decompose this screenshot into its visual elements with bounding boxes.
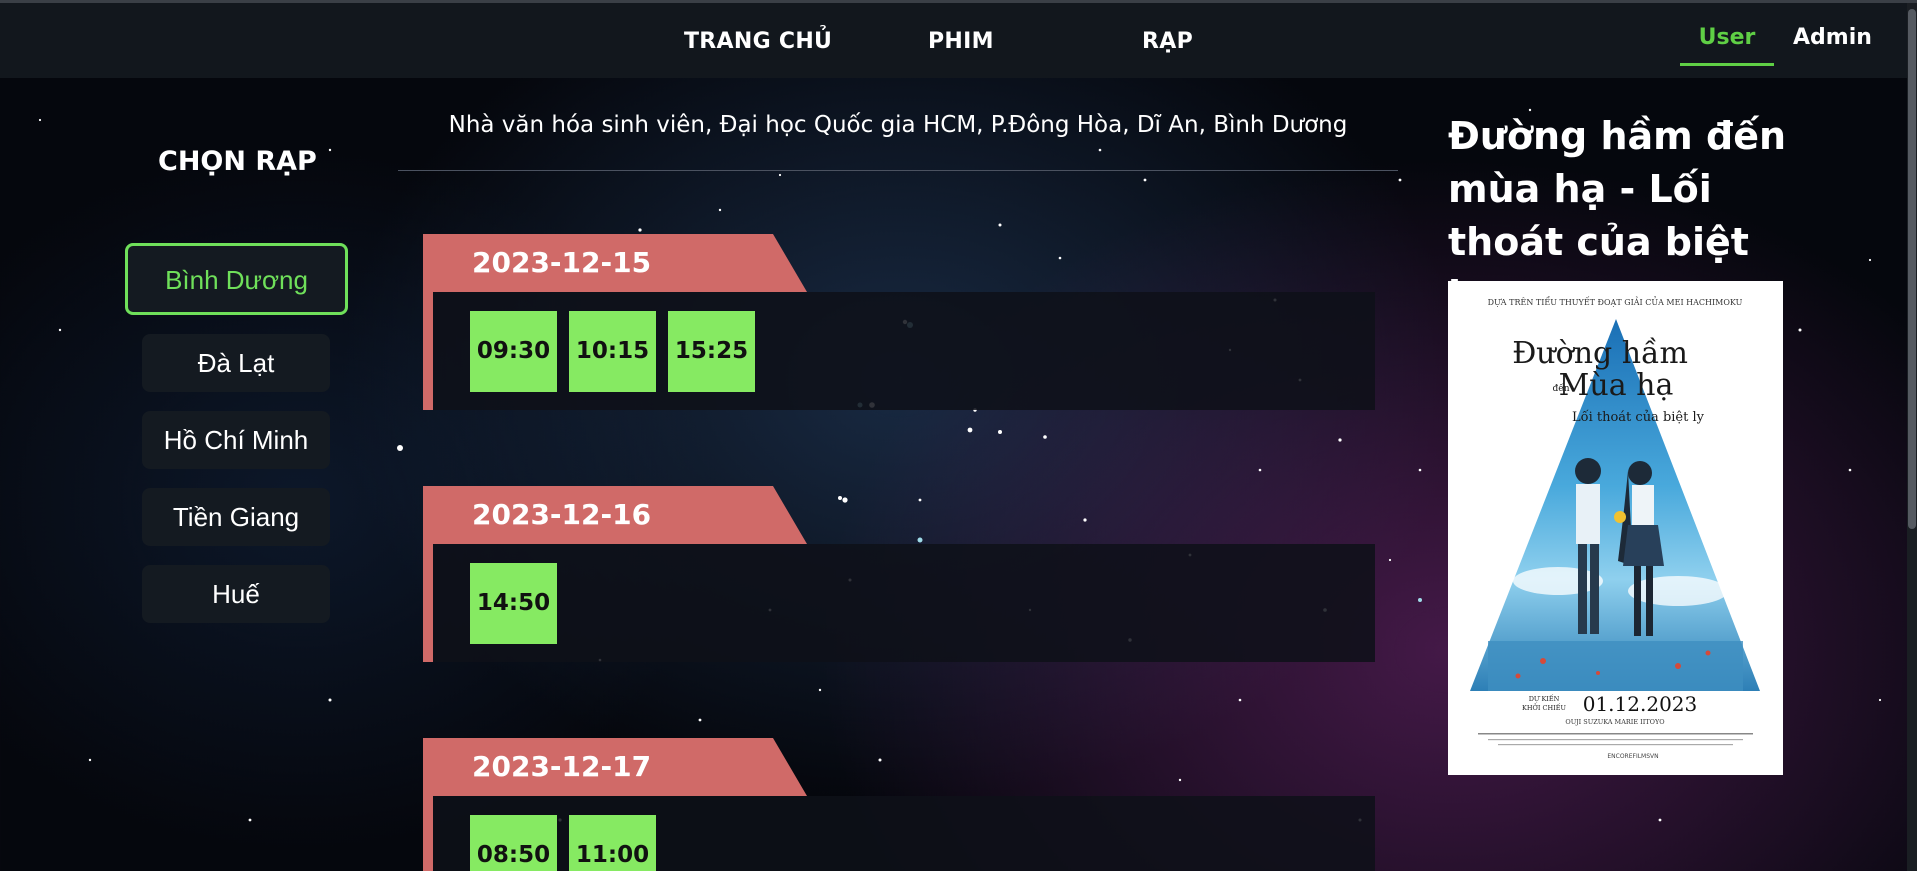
user-tab[interactable]: User (1680, 22, 1774, 66)
nav-cinemas-link[interactable]: RẠP (1142, 29, 1193, 54)
poster-release-label-1: DỰ KIẾN (1529, 693, 1560, 703)
city-button-ho-chi-minh[interactable]: Hồ Chí Minh (142, 411, 330, 469)
showtime-button[interactable]: 15:25 (668, 311, 755, 392)
showtime-button[interactable]: 11:00 (569, 815, 656, 871)
divider (398, 170, 1398, 171)
date-stripe (423, 292, 433, 410)
showtime-button[interactable]: 08:50 (470, 815, 557, 871)
showtimes-panel: 09:30 10:15 15:25 (433, 292, 1375, 410)
poster-top-text: DỰA TRÊN TIỂU THUYẾT ĐOẠT GIẢI CỦA MEI H… (1488, 297, 1743, 307)
top-navbar: TRANG CHỦ PHIM RẠP User Admin (0, 0, 1917, 78)
poster-subtitle: Lối thoát của biệt ly (1572, 409, 1705, 425)
showtime-button[interactable]: 09:30 (470, 311, 557, 392)
city-button-binh-duong[interactable]: Bình Dương (125, 243, 348, 315)
schedule-day: 2023-12-15 09:30 10:15 15:25 (423, 234, 1375, 410)
poster-title-line2: Mùa hạ (1559, 368, 1674, 403)
showtimes-panel: 14:50 (433, 544, 1375, 662)
date-stripe (423, 544, 433, 662)
schedule-day: 2023-12-17 08:50 11:00 (423, 738, 1375, 871)
scrollbar-thumb[interactable] (1908, 9, 1916, 529)
poster-cast: OUJI SUZUKA MARIE IITOYO (1565, 718, 1664, 726)
date-label: 2023-12-17 (472, 750, 652, 783)
city-button-hue[interactable]: Huế (142, 565, 330, 623)
movie-poster[interactable]: DỰA TRÊN TIỂU THUYẾT ĐOẠT GIẢI CỦA MEI H… (1448, 281, 1783, 775)
date-label: 2023-12-15 (472, 246, 652, 279)
cinema-address: Nhà văn hóa sinh viên, Đại học Quốc gia … (448, 112, 1348, 138)
nav-films-link[interactable]: PHIM (928, 29, 994, 54)
poster-artwork: DỰA TRÊN TIỂU THUYẾT ĐOẠT GIẢI CỦA MEI H… (1448, 281, 1783, 775)
nav-home-link[interactable]: TRANG CHỦ (684, 29, 832, 54)
poster-social: ENCOREFILMSVN (1607, 753, 1658, 760)
city-button-da-lat[interactable]: Đà Lạt (142, 334, 330, 392)
poster-release-date: 01.12.2023 (1583, 692, 1698, 716)
showtimes-panel: 08:50 11:00 (433, 796, 1375, 871)
schedule-day: 2023-12-16 14:50 (423, 486, 1375, 662)
scrollbar[interactable] (1907, 3, 1917, 871)
date-stripe (423, 796, 433, 871)
poster-release-label-2: KHỞI CHIẾU (1522, 702, 1566, 712)
poster-title-line1: Đường hầm (1512, 336, 1688, 371)
date-label: 2023-12-16 (472, 498, 652, 531)
admin-tab[interactable]: Admin (1793, 25, 1872, 50)
city-button-tien-giang[interactable]: Tiền Giang (142, 488, 330, 546)
showtime-button[interactable]: 14:50 (470, 563, 557, 644)
choose-cinema-heading: CHỌN RẠP (158, 146, 317, 177)
showtime-button[interactable]: 10:15 (569, 311, 656, 392)
